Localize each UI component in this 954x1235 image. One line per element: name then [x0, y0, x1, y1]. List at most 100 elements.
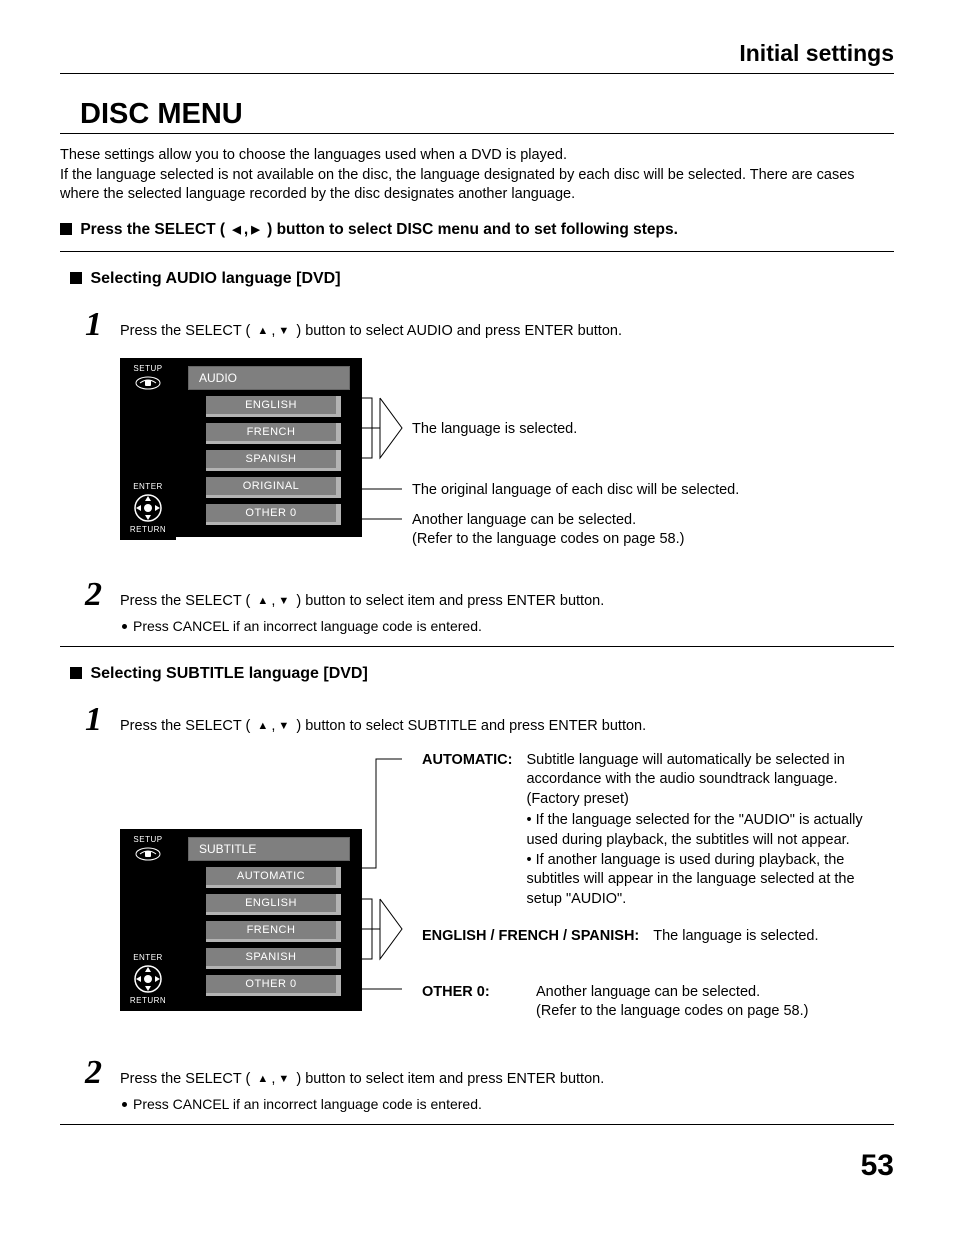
sstep1b: ) button to select SUBTITLE and press EN… — [296, 718, 646, 734]
menu-item: SPANISH — [206, 450, 341, 471]
page-number: 53 — [60, 1149, 894, 1183]
step1a: Press the SELECT ( — [120, 323, 250, 339]
menu-item: AUTOMATIC — [206, 867, 341, 888]
page-header: Initial settings — [60, 40, 894, 74]
subtitle-step-2: 2 Press the SELECT ( ▲ , ▼ ) button to s… — [80, 1056, 894, 1090]
bullet-icon — [122, 624, 127, 629]
subtitle-descriptions: AUTOMATIC: Subtitle language will automa… — [422, 751, 894, 1034]
audio-subhead: Selecting AUDIO language [DVD] — [70, 270, 894, 288]
triangle-down-icon: ▼ — [275, 325, 292, 337]
desc-efs-text: The language is selected. — [653, 927, 894, 947]
sstep2a: Press the SELECT ( — [120, 1071, 250, 1087]
desc-other-label: OTHER 0: — [422, 983, 522, 1022]
remote-enter-label: ENTER — [133, 953, 163, 962]
remote-setup-label: SETUP — [133, 364, 162, 373]
triangle-up-icon: ▲ — [254, 1073, 271, 1085]
black-square-icon — [70, 272, 82, 284]
subtitle-subhead: Selecting SUBTITLE language [DVD] — [70, 665, 894, 683]
subtitle-note-text: Press CANCEL if an incorrect language co… — [133, 1096, 482, 1112]
intro-2: If the language selected is not availabl… — [60, 167, 855, 203]
subtitle-subhead-text: Selecting SUBTITLE language [DVD] — [90, 665, 367, 682]
menu-head-subtitle: SUBTITLE — [188, 837, 350, 861]
subtitle-connectors — [362, 751, 422, 1034]
step-number-2: 2 — [80, 578, 102, 612]
menu-item: SPANISH — [206, 948, 341, 969]
audio-menu-list: AUDIO ENGLISH FRENCH SPANISH ORIGINAL OT… — [176, 358, 362, 537]
sub-step-1-text: Press the SELECT ( ▲ , ▼ ) button to sel… — [120, 718, 894, 734]
anno-other-2: (Refer to the language codes on page 58.… — [412, 531, 684, 547]
anno-other: Another language can be selected. (Refer… — [412, 511, 684, 550]
triangle-left-icon: ◀ — [229, 224, 244, 236]
step-number-2: 2 — [80, 1056, 102, 1090]
desc-auto-text: Subtitle language will automatically be … — [526, 751, 894, 910]
triangle-up-icon: ▲ — [254, 325, 271, 337]
desc-efs-label: ENGLISH / FRENCH / SPANISH: — [422, 927, 639, 947]
remote-setup-icon — [134, 375, 162, 391]
remote-dpad-icon — [133, 493, 163, 523]
intro-1: These settings allow you to choose the l… — [60, 147, 567, 163]
divider — [60, 646, 894, 647]
intro-text: These settings allow you to choose the l… — [60, 146, 894, 205]
anno-language: The language is selected. — [412, 420, 577, 440]
triangle-up-icon: ▲ — [254, 720, 271, 732]
menu-item: FRENCH — [206, 423, 341, 444]
audio-annotations: The language is selected. The original l… — [362, 358, 894, 548]
desc-other-1: Another language can be selected. — [536, 984, 760, 1000]
step1b: ) button to select AUDIO and press ENTER… — [296, 323, 622, 339]
triangle-down-icon: ▼ — [275, 720, 292, 732]
remote-setup-label: SETUP — [133, 835, 162, 844]
connector-lines-icon — [362, 751, 422, 1021]
audio-menu-diagram: SETUP ENTER RETURN AUDIO ENGLISH FRENCH … — [120, 358, 894, 548]
step2a: Press the SELECT ( — [120, 593, 250, 609]
section-title: DISC MENU — [60, 98, 894, 134]
black-square-icon — [70, 667, 82, 679]
desc-efs: ENGLISH / FRENCH / SPANISH: The language… — [422, 927, 894, 947]
desc-other: OTHER 0: Another language can be selecte… — [422, 983, 894, 1022]
step-1-text: Press the SELECT ( ▲ , ▼ ) button to sel… — [120, 323, 894, 339]
triangle-down-icon: ▼ — [275, 595, 292, 607]
step-number-1: 1 — [80, 703, 102, 737]
bullet-icon — [122, 1102, 127, 1107]
menu-item: OTHER 0 — [206, 504, 341, 525]
press-a: Press the SELECT ( — [80, 221, 225, 238]
sub-step-2-text: Press the SELECT ( ▲ , ▼ ) button to sel… — [120, 1071, 894, 1087]
desc-other-2: (Refer to the language codes on page 58.… — [536, 1003, 808, 1019]
connector-lines-icon — [362, 358, 412, 548]
menu-item: ORIGINAL — [206, 477, 341, 498]
menu-item: ENGLISH — [206, 894, 341, 915]
subtitle-menu-list: SUBTITLE AUTOMATIC ENGLISH FRENCH SPANIS… — [176, 829, 362, 1011]
instruction-line: Press the SELECT ( ◀ , ▶ ) button to sel… — [60, 221, 894, 239]
press-b: ) button to select DISC menu and to set … — [267, 221, 678, 238]
triangle-right-icon: ▶ — [248, 224, 263, 236]
anno-other-1: Another language can be selected. — [412, 512, 636, 528]
remote-return-label: RETURN — [130, 525, 166, 534]
triangle-down-icon: ▼ — [275, 1073, 292, 1085]
desc-other-text: Another language can be selected. (Refer… — [536, 983, 894, 1022]
desc-auto-main: Subtitle language will automatically be … — [526, 752, 844, 807]
subtitle-note: Press CANCEL if an incorrect language co… — [122, 1096, 894, 1112]
remote-return-label: RETURN — [130, 996, 166, 1005]
audio-subhead-text: Selecting AUDIO language [DVD] — [90, 270, 340, 287]
sstep1a: Press the SELECT ( — [120, 718, 250, 734]
menu-item: OTHER 0 — [206, 975, 341, 996]
desc-auto-bullet-2: If another language is used during playb… — [526, 851, 894, 910]
audio-note: Press CANCEL if an incorrect language co… — [122, 618, 894, 634]
step-2-text: Press the SELECT ( ▲ , ▼ ) button to sel… — [120, 593, 894, 609]
audio-note-text: Press CANCEL if an incorrect language co… — [133, 618, 482, 634]
remote-panel: SETUP ENTER RETURN — [120, 358, 176, 540]
audio-step-1: 1 Press the SELECT ( ▲ , ▼ ) button to s… — [80, 308, 894, 342]
remote-dpad-icon — [133, 964, 163, 994]
remote-panel: SETUP ENTER RETURN — [120, 829, 176, 1011]
step-number-1: 1 — [80, 308, 102, 342]
triangle-up-icon: ▲ — [254, 595, 271, 607]
sstep2b: ) button to select item and press ENTER … — [296, 1071, 604, 1087]
subtitle-step-1: 1 Press the SELECT ( ▲ , ▼ ) button to s… — [80, 703, 894, 737]
subtitle-diagram-row: SETUP ENTER RETURN SUBTITLE AUTOMATIC EN… — [120, 751, 894, 1034]
menu-head-audio: AUDIO — [188, 366, 350, 390]
menu-item: FRENCH — [206, 921, 341, 942]
menu-item: ENGLISH — [206, 396, 341, 417]
audio-step-2: 2 Press the SELECT ( ▲ , ▼ ) button to s… — [80, 578, 894, 612]
desc-automatic: AUTOMATIC: Subtitle language will automa… — [422, 751, 894, 910]
desc-auto-bullet-1: If the language selected for the "AUDIO"… — [526, 811, 894, 850]
remote-enter-label: ENTER — [133, 482, 163, 491]
